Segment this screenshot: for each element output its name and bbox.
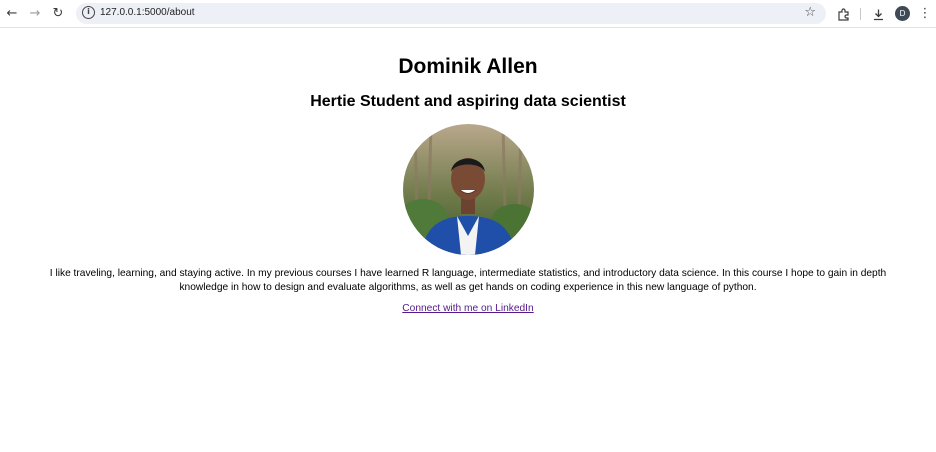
extensions-icon[interactable] xyxy=(835,6,851,22)
page-content: Dominik Allen Hertie Student and aspirin… xyxy=(0,29,936,452)
browser-toolbar: ← → ↻ i 127.0.0.1:5000/about ☆ D ⋮ xyxy=(0,0,936,28)
back-icon[interactable]: ← xyxy=(4,6,20,22)
address-bar[interactable]: i 127.0.0.1:5000/about ☆ xyxy=(76,3,826,24)
bio-paragraph: I like traveling, learning, and staying … xyxy=(49,268,887,293)
site-info-icon[interactable]: i xyxy=(82,6,95,19)
profile-photo xyxy=(403,124,534,255)
linkedin-link[interactable]: Connect with me on LinkedIn xyxy=(402,303,533,314)
menu-icon[interactable]: ⋮ xyxy=(917,6,933,22)
reload-icon[interactable]: ↻ xyxy=(50,6,66,22)
page-title: Dominik Allen xyxy=(398,55,538,78)
toolbar-divider xyxy=(860,8,861,20)
download-icon[interactable] xyxy=(870,6,886,22)
url-text[interactable]: 127.0.0.1:5000/about xyxy=(100,7,195,18)
forward-icon[interactable]: → xyxy=(27,6,43,22)
linkedin-link-container: Connect with me on LinkedIn xyxy=(0,302,936,316)
avatar[interactable]: D xyxy=(895,6,910,21)
bookmark-star-icon[interactable]: ☆ xyxy=(804,5,816,20)
page-subtitle: Hertie Student and aspiring data scienti… xyxy=(310,93,626,110)
